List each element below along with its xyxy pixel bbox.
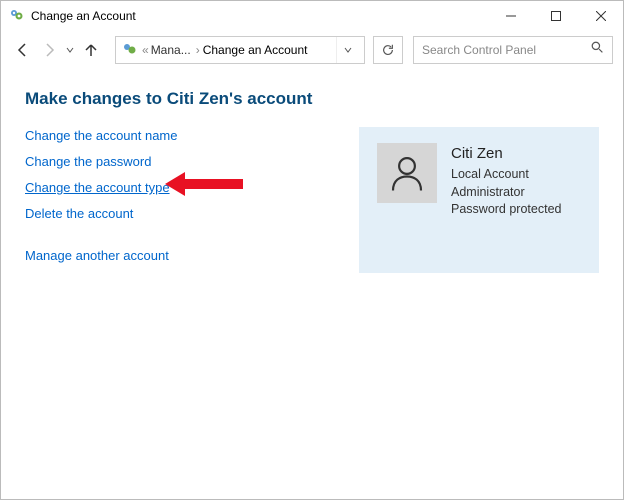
account-name: Citi Zen: [451, 143, 561, 164]
toolbar: « Mana... › Change an Account: [1, 31, 623, 69]
avatar: [377, 143, 437, 203]
close-button[interactable]: [578, 1, 623, 31]
user-icon: [386, 152, 428, 194]
account-type: Local Account: [451, 166, 561, 184]
minimize-button[interactable]: [488, 1, 533, 31]
link-manage-another[interactable]: Manage another account: [25, 248, 169, 263]
account-role: Administrator: [451, 184, 561, 202]
link-change-type[interactable]: Change the account type: [25, 180, 170, 195]
forward-button[interactable]: [37, 38, 61, 62]
account-card: Citi Zen Local Account Administrator Pas…: [359, 127, 599, 273]
link-delete-account[interactable]: Delete the account: [25, 206, 133, 221]
up-button[interactable]: [79, 38, 103, 62]
address-dropdown[interactable]: [336, 37, 358, 63]
actions-list: Change the account name Change the passw…: [25, 127, 319, 273]
location-icon: [122, 42, 138, 58]
window-title: Change an Account: [31, 9, 488, 23]
page-title: Make changes to Citi Zen's account: [25, 89, 599, 109]
search-box[interactable]: [413, 36, 613, 64]
account-info: Citi Zen Local Account Administrator Pas…: [451, 143, 561, 219]
account-protection: Password protected: [451, 201, 561, 219]
breadcrumb-current[interactable]: Change an Account: [203, 43, 308, 57]
chevron-icon: ›: [196, 43, 200, 57]
content-area: Make changes to Citi Zen's account Chang…: [1, 69, 623, 293]
link-change-password[interactable]: Change the password: [25, 154, 151, 169]
breadcrumb-parent[interactable]: Mana...: [151, 43, 191, 57]
recent-dropdown[interactable]: [63, 38, 77, 62]
link-change-name[interactable]: Change the account name: [25, 128, 178, 143]
search-input[interactable]: [422, 43, 591, 57]
search-icon[interactable]: [591, 41, 604, 59]
maximize-button[interactable]: [533, 1, 578, 31]
refresh-button[interactable]: [373, 36, 403, 64]
back-button[interactable]: [11, 38, 35, 62]
breadcrumb-ellipsis[interactable]: «: [142, 43, 149, 57]
titlebar: Change an Account: [1, 1, 623, 31]
app-icon: [9, 8, 25, 24]
address-bar[interactable]: « Mana... › Change an Account: [115, 36, 365, 64]
